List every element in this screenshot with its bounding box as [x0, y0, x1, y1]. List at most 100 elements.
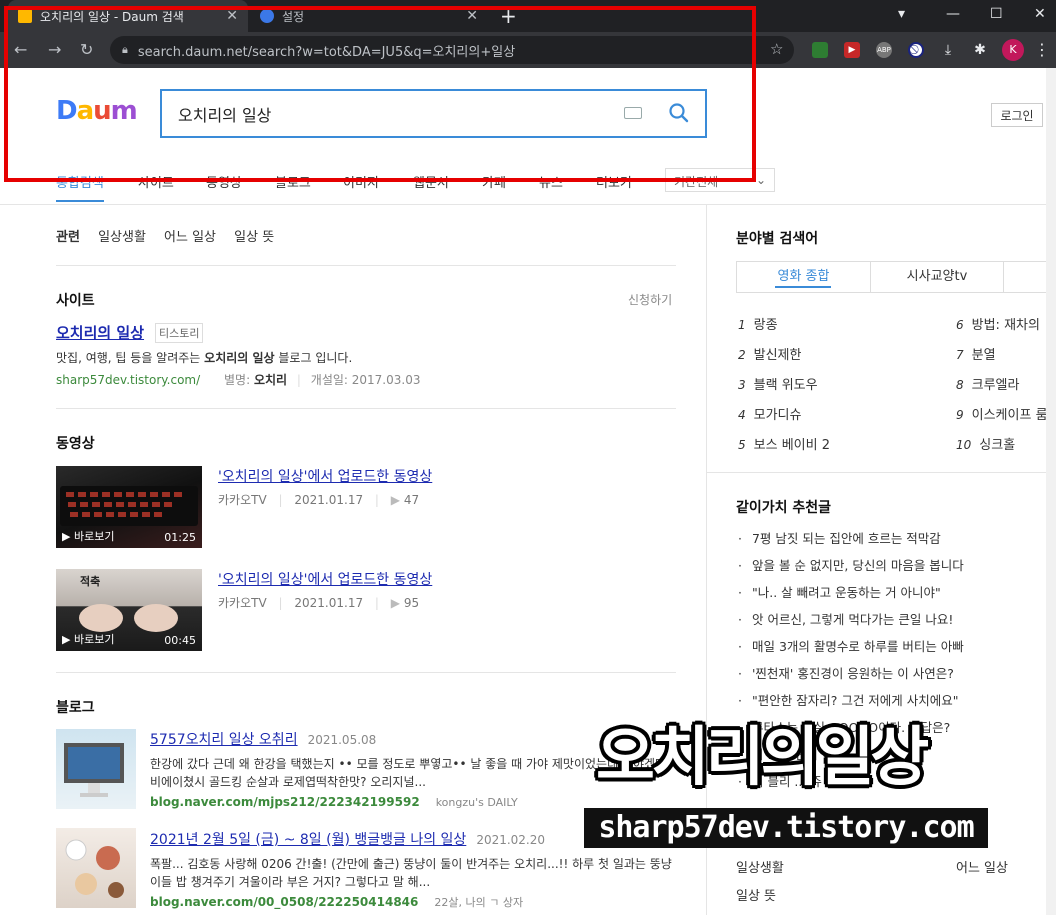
watermark-url: sharp57dev.tistory.com	[584, 808, 988, 848]
play-text: 바로보기	[73, 633, 115, 646]
section-divider	[56, 265, 676, 266]
blog-title-text: 2021년 2월 5일 (금) ~ 8일 (월) 뱅글뱅글 나의 일상	[150, 832, 467, 848]
video-meta: 카카오TV | 2021.01.17 | ▶ 95	[218, 596, 420, 610]
rank-item[interactable]: 4 모가디슈	[738, 404, 801, 423]
video-duration: 01:25	[164, 531, 196, 544]
rank-number: 9	[956, 408, 964, 422]
video-title-link[interactable]: '오치리의 일상'에서 업로드한 동영상	[218, 466, 432, 486]
download-icon[interactable]: ⤓	[940, 42, 956, 58]
recommend-item[interactable]: "편안한 잠자리? 그건 저에게 사치에요"	[738, 690, 959, 709]
play-text: 바로보기	[73, 530, 115, 543]
rank-item[interactable]: 5 보스 베이비 2	[738, 434, 830, 453]
login-button[interactable]: 로그인	[991, 103, 1043, 127]
recommend-item[interactable]: "나.. 살 빼려고 운동하는 거 아니야"	[738, 582, 941, 601]
video-title-bold: '오치리의 일상'	[218, 572, 308, 588]
page-scrollbar[interactable]	[1046, 68, 1056, 915]
rank-item[interactable]: 3 블랙 위도우	[738, 374, 818, 393]
browser-menu-icon[interactable]: ⋮	[1034, 40, 1050, 59]
block-icon[interactable]: ⃠	[908, 42, 924, 58]
blog-date: 2021.02.20	[476, 833, 546, 847]
rank-number: 10	[956, 438, 972, 452]
tab-search-icon[interactable]: ▾	[898, 6, 905, 22]
rank-item[interactable]: 1 랑종	[738, 314, 778, 333]
recommend-item[interactable]: 매일 3개의 활명수로 하루를 버티는 아빠	[738, 636, 964, 655]
rank-item[interactable]: 10 싱크홀	[956, 434, 1015, 453]
video-title-link[interactable]: '오치리의 일상'에서 업로드한 동영상	[218, 569, 432, 589]
rank-number: 3	[738, 378, 746, 392]
rank-text: 이스케이프 룸	[971, 408, 1048, 423]
field-keywords-tabs: 영화 종합 시사교양tv	[736, 261, 1056, 293]
blog-title-link[interactable]: 2021년 2월 5일 (금) ~ 8일 (월) 뱅글뱅글 나의 일상 2021.…	[150, 829, 545, 849]
blog-url-text: blog.naver.com/mjps212/222342199592	[150, 795, 420, 809]
video-section-title: 동영상	[56, 436, 95, 452]
recommend-item[interactable]: 7평 남짓 되는 집안에 흐르는 적막감	[738, 528, 941, 547]
blog-section-title: 블로그	[56, 700, 95, 716]
site-url[interactable]: sharp57dev.tistory.com/	[56, 373, 200, 387]
close-window-icon[interactable]: ✕	[1034, 6, 1046, 22]
related-item[interactable]: 일상생활	[98, 230, 146, 245]
blog-url-text: blog.naver.com/00_0508/222250414846	[150, 895, 419, 909]
related-term[interactable]: 어느 일상	[956, 857, 1008, 876]
site-description: 맛집, 여행, 팁 등을 알려주는 오치리의 일상 블로그 입니다.	[56, 349, 352, 366]
related-item[interactable]: 어느 일상	[164, 230, 216, 245]
maximize-icon[interactable]: ☐	[990, 6, 1003, 22]
tab-movie[interactable]: 영화 종합	[737, 262, 870, 292]
tab-label: 영화 종합	[777, 269, 830, 284]
desc-bold: 오치리의 일상	[204, 351, 275, 365]
blog-title-link[interactable]: 5757오치리 일상 오취리 2021.05.08	[150, 729, 376, 749]
highlight-annotation	[4, 6, 756, 182]
rank-text: 방법: 재차의	[971, 318, 1040, 333]
site-title-link[interactable]: 오치리의 일상	[56, 322, 144, 343]
extension-cast-icon[interactable]	[812, 42, 828, 58]
recommend-item[interactable]: 앗 어르신, 그렇게 먹다가는 큰일 나요!	[738, 609, 953, 628]
rank-text: 크루엘라	[971, 378, 1020, 393]
blog-thumbnail[interactable]	[56, 828, 136, 908]
opened-date: 개설일: 2017.03.03	[310, 373, 421, 387]
rank-item[interactable]: 6 방법: 재차의	[956, 314, 1040, 333]
rank-number: 2	[738, 348, 746, 362]
rank-number: 4	[738, 408, 746, 422]
rank-number: 7	[956, 348, 964, 362]
recommend-item[interactable]: 앞을 볼 순 없지만, 당신의 마음을 봅니다	[738, 555, 964, 574]
rank-item[interactable]: 8 크루엘라	[956, 374, 1019, 393]
video-views: 95	[403, 596, 420, 610]
video-title-rest: 에서 업로드한 동영상	[307, 469, 433, 485]
desc-text: 맛집, 여행, 팁 등을 알려주는	[56, 351, 205, 365]
view-icon: ▶	[390, 596, 401, 610]
related-term[interactable]: 일상 뜻	[736, 885, 776, 904]
extensions-puzzle-icon[interactable]: ✱	[972, 42, 988, 58]
blog-thumbnail[interactable]	[56, 729, 136, 809]
rank-number: 8	[956, 378, 964, 392]
blog-url[interactable]: blog.naver.com/00_0508/222250414846 22살, …	[150, 894, 523, 910]
blog-snippet: 폭팔... 김호동 사랑해 0206 간!출! (간만에 출근) 뚱냥이 둘이 …	[150, 857, 672, 889]
video-title-bold: '오치리의 일상'	[218, 469, 308, 485]
blog-author: 22살, 나의 ㄱ 상자	[434, 896, 524, 909]
profile-avatar[interactable]: K	[1002, 39, 1024, 61]
rank-text: 발신제한	[753, 348, 802, 363]
rank-item[interactable]: 9 이스케이프 룸	[956, 404, 1048, 423]
rank-text: 싱크홀	[979, 438, 1016, 453]
video-source: 카카오TV	[218, 596, 267, 610]
apply-link[interactable]: 신청하기	[628, 291, 672, 308]
adblock-icon[interactable]: ABP	[876, 42, 892, 58]
blog-title-text: 5757오치리 일상 오취리	[150, 732, 298, 748]
rank-item[interactable]: 7 분열	[956, 344, 996, 363]
rank-text: 모가디슈	[753, 408, 802, 423]
recommend-item[interactable]: '찐천재' 홍진경이 응원하는 이 사연은?	[738, 663, 954, 682]
video-date: 2021.01.17	[294, 596, 364, 610]
rank-text: 블랙 위도우	[753, 378, 818, 393]
extension-play-icon[interactable]: ▶	[844, 42, 860, 58]
video-thumbnail[interactable]: ▶ 바로보기 01:25	[56, 466, 202, 548]
tab-current-affairs[interactable]: 시사교양tv	[870, 262, 1003, 292]
play-label: ▶ 바로보기	[62, 633, 115, 646]
blog-url[interactable]: blog.naver.com/mjps212/222342199592 kongz…	[150, 795, 518, 809]
bookmark-star-icon[interactable]: ☆	[770, 40, 783, 58]
related-item[interactable]: 일상 뜻	[234, 230, 274, 245]
blog-date: 2021.05.08	[307, 733, 377, 747]
rank-item[interactable]: 2 발신제한	[738, 344, 801, 363]
related-term[interactable]: 일상생활	[736, 857, 784, 876]
video-thumbnail[interactable]: 적축 ▶ 바로보기 00:45	[56, 569, 202, 651]
minimize-icon[interactable]: —	[946, 6, 960, 22]
rank-number: 5	[738, 438, 746, 452]
section-divider	[56, 408, 676, 409]
